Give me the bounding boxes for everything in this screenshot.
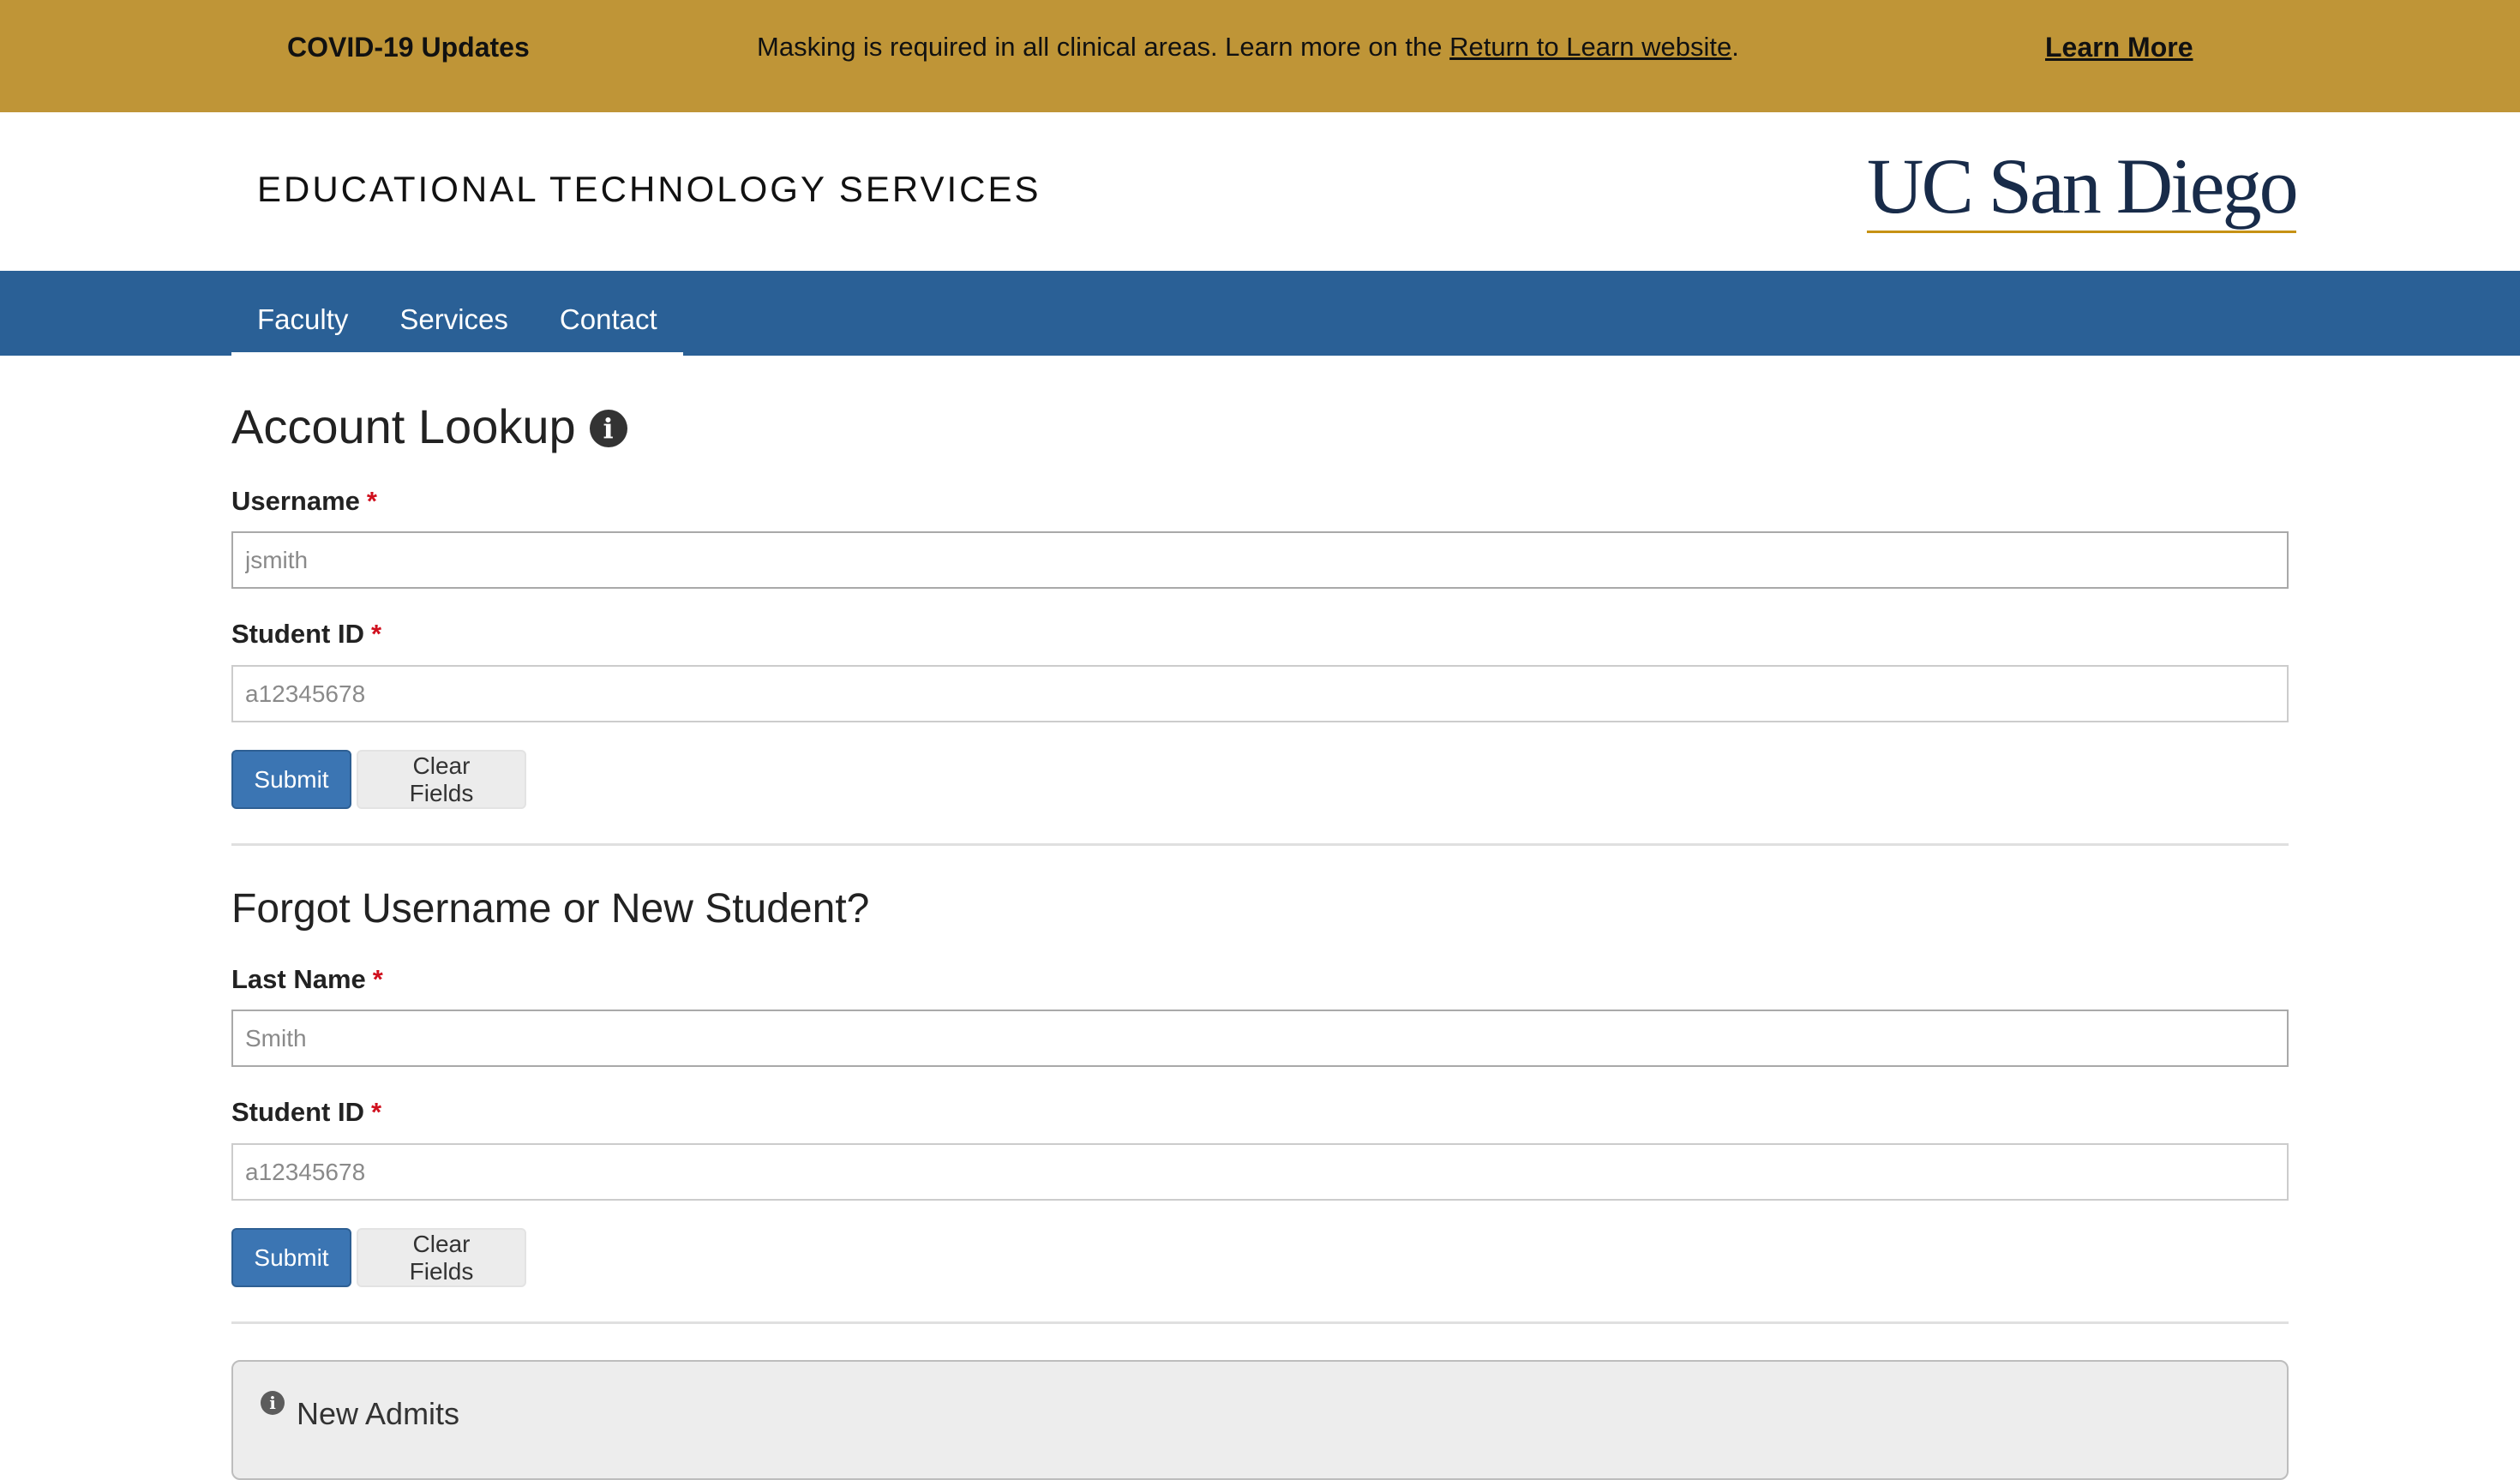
- clear-fields-button-2[interactable]: Clear Fields: [357, 1228, 526, 1287]
- required-marker: *: [366, 486, 377, 516]
- nav-item-services[interactable]: Services: [374, 271, 534, 356]
- last-name-input[interactable]: [231, 1010, 2289, 1067]
- username-label-text: Username: [231, 486, 360, 516]
- username-input[interactable]: [231, 531, 2289, 589]
- learn-more-link[interactable]: Learn More: [2045, 32, 2193, 63]
- new-admits-title: New Admits: [297, 1396, 460, 1431]
- main-nav: Faculty Services Contact: [0, 271, 2520, 356]
- student-id-label: Student ID *: [231, 619, 381, 650]
- covid-banner: COVID-19 Updates Masking is required in …: [0, 0, 2520, 112]
- return-to-learn-link[interactable]: Return to Learn website: [1449, 32, 1731, 62]
- required-marker: *: [372, 964, 383, 994]
- info-circle-icon: i: [261, 1391, 285, 1415]
- new-admits-panel: i New Admits: [231, 1360, 2289, 1480]
- student-id-input-2[interactable]: [231, 1143, 2289, 1201]
- account-lookup-heading: Account Lookup i: [231, 398, 627, 454]
- account-lookup-title: Account Lookup: [231, 399, 576, 453]
- site-title[interactable]: EDUCATIONAL TECHNOLOGY SERVICES: [257, 169, 1041, 210]
- info-circle-icon[interactable]: i: [589, 410, 627, 447]
- ucsd-logo[interactable]: UC San Diego: [1867, 147, 2299, 233]
- username-label: Username *: [231, 486, 377, 517]
- student-id-label-text: Student ID: [231, 619, 364, 649]
- site-header: EDUCATIONAL TECHNOLOGY SERVICES UC San D…: [0, 112, 2520, 271]
- forgot-username-title: Forgot Username or New Student?: [231, 886, 870, 932]
- student-id-label-2: Student ID *: [231, 1097, 381, 1128]
- nav-item-faculty[interactable]: Faculty: [231, 271, 374, 356]
- covid-banner-message: Masking is required in all clinical area…: [757, 32, 1739, 63]
- last-name-label: Last Name *: [231, 964, 383, 995]
- section-divider-2: [231, 1321, 2289, 1324]
- submit-button-2[interactable]: Submit: [231, 1228, 351, 1287]
- required-marker: *: [371, 1097, 382, 1127]
- nav-item-contact[interactable]: Contact: [534, 271, 683, 356]
- covid-message-text: Masking is required in all clinical area…: [757, 32, 1450, 62]
- section-divider: [231, 843, 2289, 846]
- submit-button[interactable]: Submit: [231, 750, 351, 809]
- clear-fields-button[interactable]: Clear Fields: [357, 750, 526, 809]
- student-id-input[interactable]: [231, 665, 2289, 722]
- covid-banner-title: COVID-19 Updates: [287, 32, 530, 63]
- last-name-label-text: Last Name: [231, 964, 366, 994]
- nav-list: Faculty Services Contact: [231, 271, 683, 356]
- required-marker: *: [371, 619, 382, 649]
- student-id-label-text: Student ID: [231, 1097, 364, 1127]
- covid-message-suffix: .: [1731, 32, 1739, 62]
